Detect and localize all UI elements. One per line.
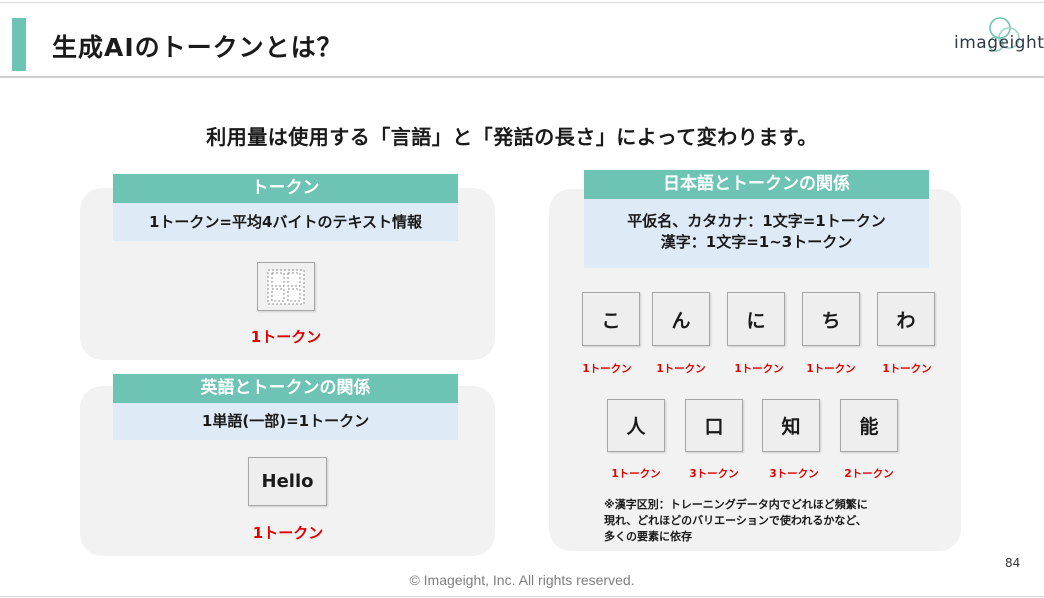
bottom-border — [0, 596, 1044, 597]
kanji-box: 口 — [685, 399, 743, 452]
kanji-token-count: 3トークン — [769, 468, 819, 480]
english-panel-description: 1単語(一部)=1トークン — [113, 403, 458, 440]
token-box-icon — [257, 262, 315, 311]
logo-text: imageight — [954, 33, 1044, 53]
kanji-box: 人 — [607, 399, 665, 452]
char-box: ん — [652, 292, 710, 346]
char-token-count: 1トークン — [882, 363, 932, 375]
kanji-box: 知 — [762, 399, 820, 452]
imageight-logo: imageight — [950, 14, 1044, 60]
description-line-kana: 平仮名、カタカナ：1文字=1トークン — [627, 212, 886, 230]
kanji-box: 能 — [840, 399, 898, 452]
title-accent-bar — [12, 18, 26, 71]
description-line-kanji: 漢字：1文字=1~3トークン — [660, 233, 853, 251]
kanji-note: ※漢字区別：トレーニングデータ内でどれほど頻繁に 現れ、どれほどのバリエーション… — [604, 497, 934, 545]
char-box: わ — [877, 292, 935, 346]
english-panel-header: 英語とトークンの関係 — [113, 374, 458, 403]
note-line: ※漢字区別：トレーニングデータ内でどれほど頻繁に — [604, 498, 868, 511]
copyright-footer: © Imageight, Inc. All rights reserved. — [409, 572, 635, 588]
note-line: 現れ、どれほどのバリエーションで使われるかなど、 — [604, 514, 867, 527]
kanji-token-count: 3トークン — [689, 468, 739, 480]
japanese-panel-header: 日本語とトークンの関係 — [584, 170, 929, 199]
japanese-panel-description: 平仮名、カタカナ：1文字=1トークン 漢字：1文字=1~3トークン — [584, 199, 929, 268]
page-title: 生成AIのトークンとは？ — [52, 33, 343, 62]
char-box: に — [727, 292, 785, 346]
hello-word-box: Hello — [248, 457, 327, 506]
char-token-count: 1トークン — [734, 363, 784, 375]
token-panel-description: 1トークン=平均4バイトのテキスト情報 — [113, 203, 458, 241]
char-box: ち — [802, 292, 860, 346]
kanji-token-count: 2トークン — [844, 468, 894, 480]
top-border — [0, 2, 1044, 3]
title-divider — [0, 76, 1044, 78]
char-token-count: 1トークン — [656, 363, 706, 375]
page-number: 84 — [1005, 556, 1021, 570]
token-count-label: 1トークン — [250, 328, 322, 346]
hello-token-count: 1トークン — [252, 524, 324, 542]
char-token-count: 1トークン — [582, 363, 632, 375]
char-box: こ — [582, 292, 640, 346]
slide-subtitle: 利用量は使用する「言語」と「発話の長さ」によって変わります。 — [206, 125, 818, 149]
char-token-count: 1トークン — [806, 363, 856, 375]
dashed-grid-icon — [267, 269, 305, 304]
note-line: 多くの要素に依存 — [604, 530, 692, 543]
token-panel-header: トークン — [113, 174, 458, 203]
kanji-token-count: 1トークン — [611, 468, 661, 480]
